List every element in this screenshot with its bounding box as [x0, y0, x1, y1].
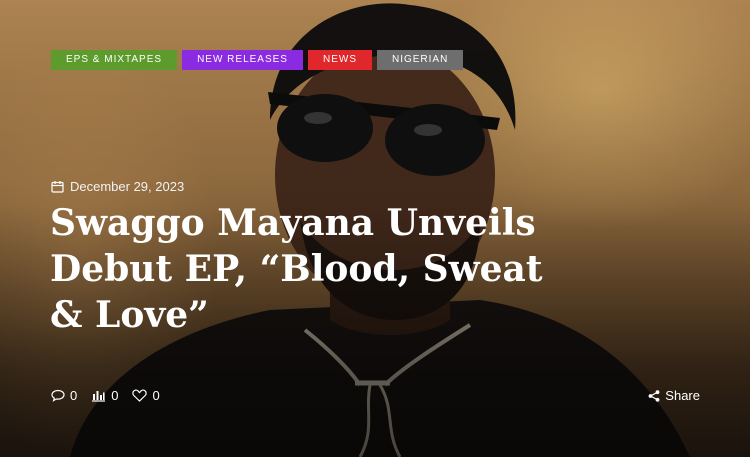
featured-post-hero[interactable]: EPS & MIXTAPES NEW RELEASES NEWS NIGERIA… — [0, 0, 750, 457]
bar-chart-icon — [91, 389, 106, 402]
category-tag-nigerian[interactable]: NIGERIAN — [376, 50, 464, 70]
share-label: Share — [665, 388, 700, 403]
category-tags: EPS & MIXTAPES NEW RELEASES NEWS NIGERIA… — [51, 50, 464, 70]
heart-icon — [132, 389, 148, 402]
comments-count[interactable]: 0 — [51, 388, 77, 403]
category-tag-eps-mixtapes[interactable]: EPS & MIXTAPES — [51, 50, 178, 70]
category-tag-news[interactable]: NEWS — [307, 50, 372, 70]
calendar-icon — [51, 180, 64, 193]
post-date: December 29, 2023 — [51, 179, 184, 194]
likes-count[interactable]: 0 — [132, 388, 160, 403]
post-stats: 0 0 0 — [51, 388, 160, 403]
category-tag-new-releases[interactable]: NEW RELEASES — [182, 50, 303, 70]
post-title[interactable]: Swaggo Mayana Unveils Debut EP, “Blood, … — [50, 200, 570, 338]
comment-icon — [51, 389, 65, 402]
post-date-text: December 29, 2023 — [70, 179, 185, 194]
share-button[interactable]: Share — [648, 388, 700, 403]
views-count[interactable]: 0 — [91, 388, 118, 403]
share-icon — [648, 389, 660, 402]
